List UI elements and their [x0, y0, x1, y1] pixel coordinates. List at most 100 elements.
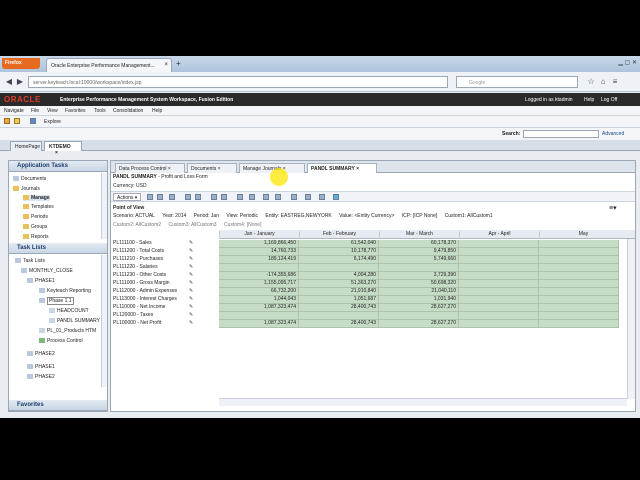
pov-custom4[interactable]: Custom4: [None]: [224, 222, 262, 228]
row-label[interactable]: PL111220 - Salaries: [113, 264, 158, 272]
grid-cell[interactable]: [459, 320, 539, 328]
open-folder-icon[interactable]: [14, 118, 20, 124]
row-label[interactable]: PL100000 - Net Profit: [113, 320, 161, 328]
menu-file[interactable]: File: [31, 108, 39, 114]
tree-item-process-control[interactable]: Process Control: [39, 338, 83, 344]
grid-cell[interactable]: [379, 264, 459, 272]
grid-cell[interactable]: 1,169,866,450: [219, 240, 299, 248]
grid-cell[interactable]: [539, 312, 619, 320]
grid-cell[interactable]: 9,479,850: [379, 248, 459, 256]
column-header[interactable]: Feb - February: [299, 231, 379, 239]
grid-cell[interactable]: [459, 264, 539, 272]
menu-icon[interactable]: ≡: [610, 77, 620, 87]
tasks-scrollbar[interactable]: [101, 173, 107, 239]
grid-cell[interactable]: [459, 256, 539, 264]
grid-cell[interactable]: [539, 296, 619, 304]
help-link[interactable]: Help: [584, 97, 594, 103]
pov-icp[interactable]: ICP: [ICP None]: [402, 213, 437, 219]
tab-documents[interactable]: Documents ×: [187, 163, 237, 173]
pencil-icon[interactable]: ✎: [189, 272, 193, 278]
grid-cell[interactable]: [459, 296, 539, 304]
actions-dropdown[interactable]: Actions ▾: [113, 193, 142, 201]
grid-cell[interactable]: 1,155,095,717: [219, 280, 299, 288]
pencil-icon[interactable]: ✎: [189, 264, 193, 270]
pov-view[interactable]: View: Periodic: [226, 213, 258, 219]
grid-cell[interactable]: 51,363,270: [299, 280, 379, 288]
browser-search-input[interactable]: Google: [456, 76, 578, 88]
tree-item-keyteach-reporting[interactable]: Keyteach Reporting: [39, 288, 91, 294]
new-tab-icon[interactable]: +: [176, 60, 185, 69]
grid-menu-icon[interactable]: ≡▾: [609, 204, 617, 212]
grid-cell[interactable]: [459, 272, 539, 280]
close-icon[interactable]: ×: [218, 166, 221, 172]
copy-icon[interactable]: [195, 194, 201, 200]
tree-item-monthly-close[interactable]: MONTHLY_CLOSE: [21, 268, 73, 274]
tab-data-process-control[interactable]: Data Process Control ×: [115, 163, 185, 173]
row-label[interactable]: PL110000 - Net Income: [113, 304, 165, 312]
close-icon[interactable]: ×: [168, 166, 171, 172]
tree-item-phase1-b[interactable]: PHASE1: [27, 364, 55, 370]
explore-button[interactable]: Explore: [44, 119, 61, 125]
grid-cell[interactable]: 1,044,043: [219, 296, 299, 304]
grid-icon[interactable]: [211, 194, 217, 200]
tree-item-pl-01-products[interactable]: PL_01_Products HTM: [39, 328, 96, 334]
export-icon[interactable]: [275, 194, 281, 200]
grid-cell[interactable]: 28,627,270: [379, 320, 459, 328]
application-tasks-header[interactable]: Application Tasks: [9, 161, 107, 172]
print-icon[interactable]: [291, 194, 297, 200]
grid-cell[interactable]: 6,174,490: [299, 256, 379, 264]
advanced-search-link[interactable]: Advanced: [602, 131, 624, 137]
grid-cell[interactable]: 28,400,743: [299, 320, 379, 328]
grid-cell[interactable]: [539, 256, 619, 264]
grid-cell[interactable]: [459, 312, 539, 320]
row-label[interactable]: PL111100 - Sales: [113, 240, 152, 248]
back-icon[interactable]: ◀: [4, 77, 14, 87]
log-off-link[interactable]: Log Off: [601, 97, 617, 103]
tree-item-task-lists[interactable]: Task Lists: [15, 258, 45, 264]
home-page-icon[interactable]: [4, 118, 10, 124]
chart-icon[interactable]: [263, 194, 269, 200]
row-label[interactable]: PL111210 - Purchases: [113, 256, 163, 264]
grid-cell[interactable]: 66,732,200: [219, 288, 299, 296]
row-label[interactable]: PL111200 - Total Costs: [113, 248, 164, 256]
tree-item-documents[interactable]: Documents: [13, 176, 46, 182]
firefox-menu-button[interactable]: Firefox: [2, 58, 40, 69]
pencil-icon[interactable]: ✎: [189, 296, 193, 302]
grid-cell[interactable]: [539, 240, 619, 248]
grid-cell[interactable]: [379, 312, 459, 320]
grid-cell[interactable]: [539, 320, 619, 328]
grid-cell[interactable]: 61,542,040: [299, 240, 379, 248]
row-label[interactable]: PL120000 - Taxes: [113, 312, 153, 320]
grid-cell[interactable]: [539, 272, 619, 280]
url-input[interactable]: server.keyteach.local:19000/workspace/in…: [28, 76, 448, 88]
grid-cell[interactable]: 10,178,770: [299, 248, 379, 256]
grid-cell[interactable]: 50,698,320: [379, 280, 459, 288]
home-icon[interactable]: ⌂: [598, 77, 608, 87]
grid-cell[interactable]: [539, 304, 619, 312]
grid-cell[interactable]: 21,910,840: [299, 288, 379, 296]
pencil-icon[interactable]: ✎: [189, 256, 193, 262]
bookmark-icon[interactable]: ☆: [586, 77, 596, 87]
tab-pandl-summary[interactable]: PANDL SUMMARY ×: [307, 163, 377, 173]
tree-item-phase-1-1[interactable]: Phase 1.1: [39, 297, 74, 305]
grid-cell[interactable]: 60,178,370: [379, 240, 459, 248]
pov-year[interactable]: Year: 2014: [162, 213, 186, 219]
tree-item-phase2[interactable]: PHASE2: [27, 351, 55, 357]
pencil-icon[interactable]: [319, 194, 325, 200]
forward-icon[interactable]: ▶: [15, 77, 25, 87]
row-label[interactable]: PL112000 - Admin Expenses: [113, 288, 177, 296]
pov-custom1[interactable]: Custom1: AllCustom1: [445, 213, 493, 219]
menu-view[interactable]: View: [47, 108, 58, 114]
tree-item-headcount[interactable]: HEADCOUNT: [49, 308, 89, 314]
row-label[interactable]: PL111000 - Gross Margin: [113, 280, 170, 288]
tree-item-manage[interactable]: Manage: [23, 195, 50, 201]
pencil-icon[interactable]: ✎: [189, 288, 193, 294]
vertical-scrollbar[interactable]: [627, 239, 635, 399]
tree-item-journals[interactable]: Journals: [13, 186, 40, 192]
menu-favorites[interactable]: Favorites: [65, 108, 86, 114]
grid-cell[interactable]: [459, 240, 539, 248]
grid-cell[interactable]: [459, 304, 539, 312]
grid-cell[interactable]: [219, 312, 299, 320]
browser-tab[interactable]: Oracle Enterprise Performance Management…: [46, 58, 172, 72]
attach-icon[interactable]: [305, 194, 311, 200]
